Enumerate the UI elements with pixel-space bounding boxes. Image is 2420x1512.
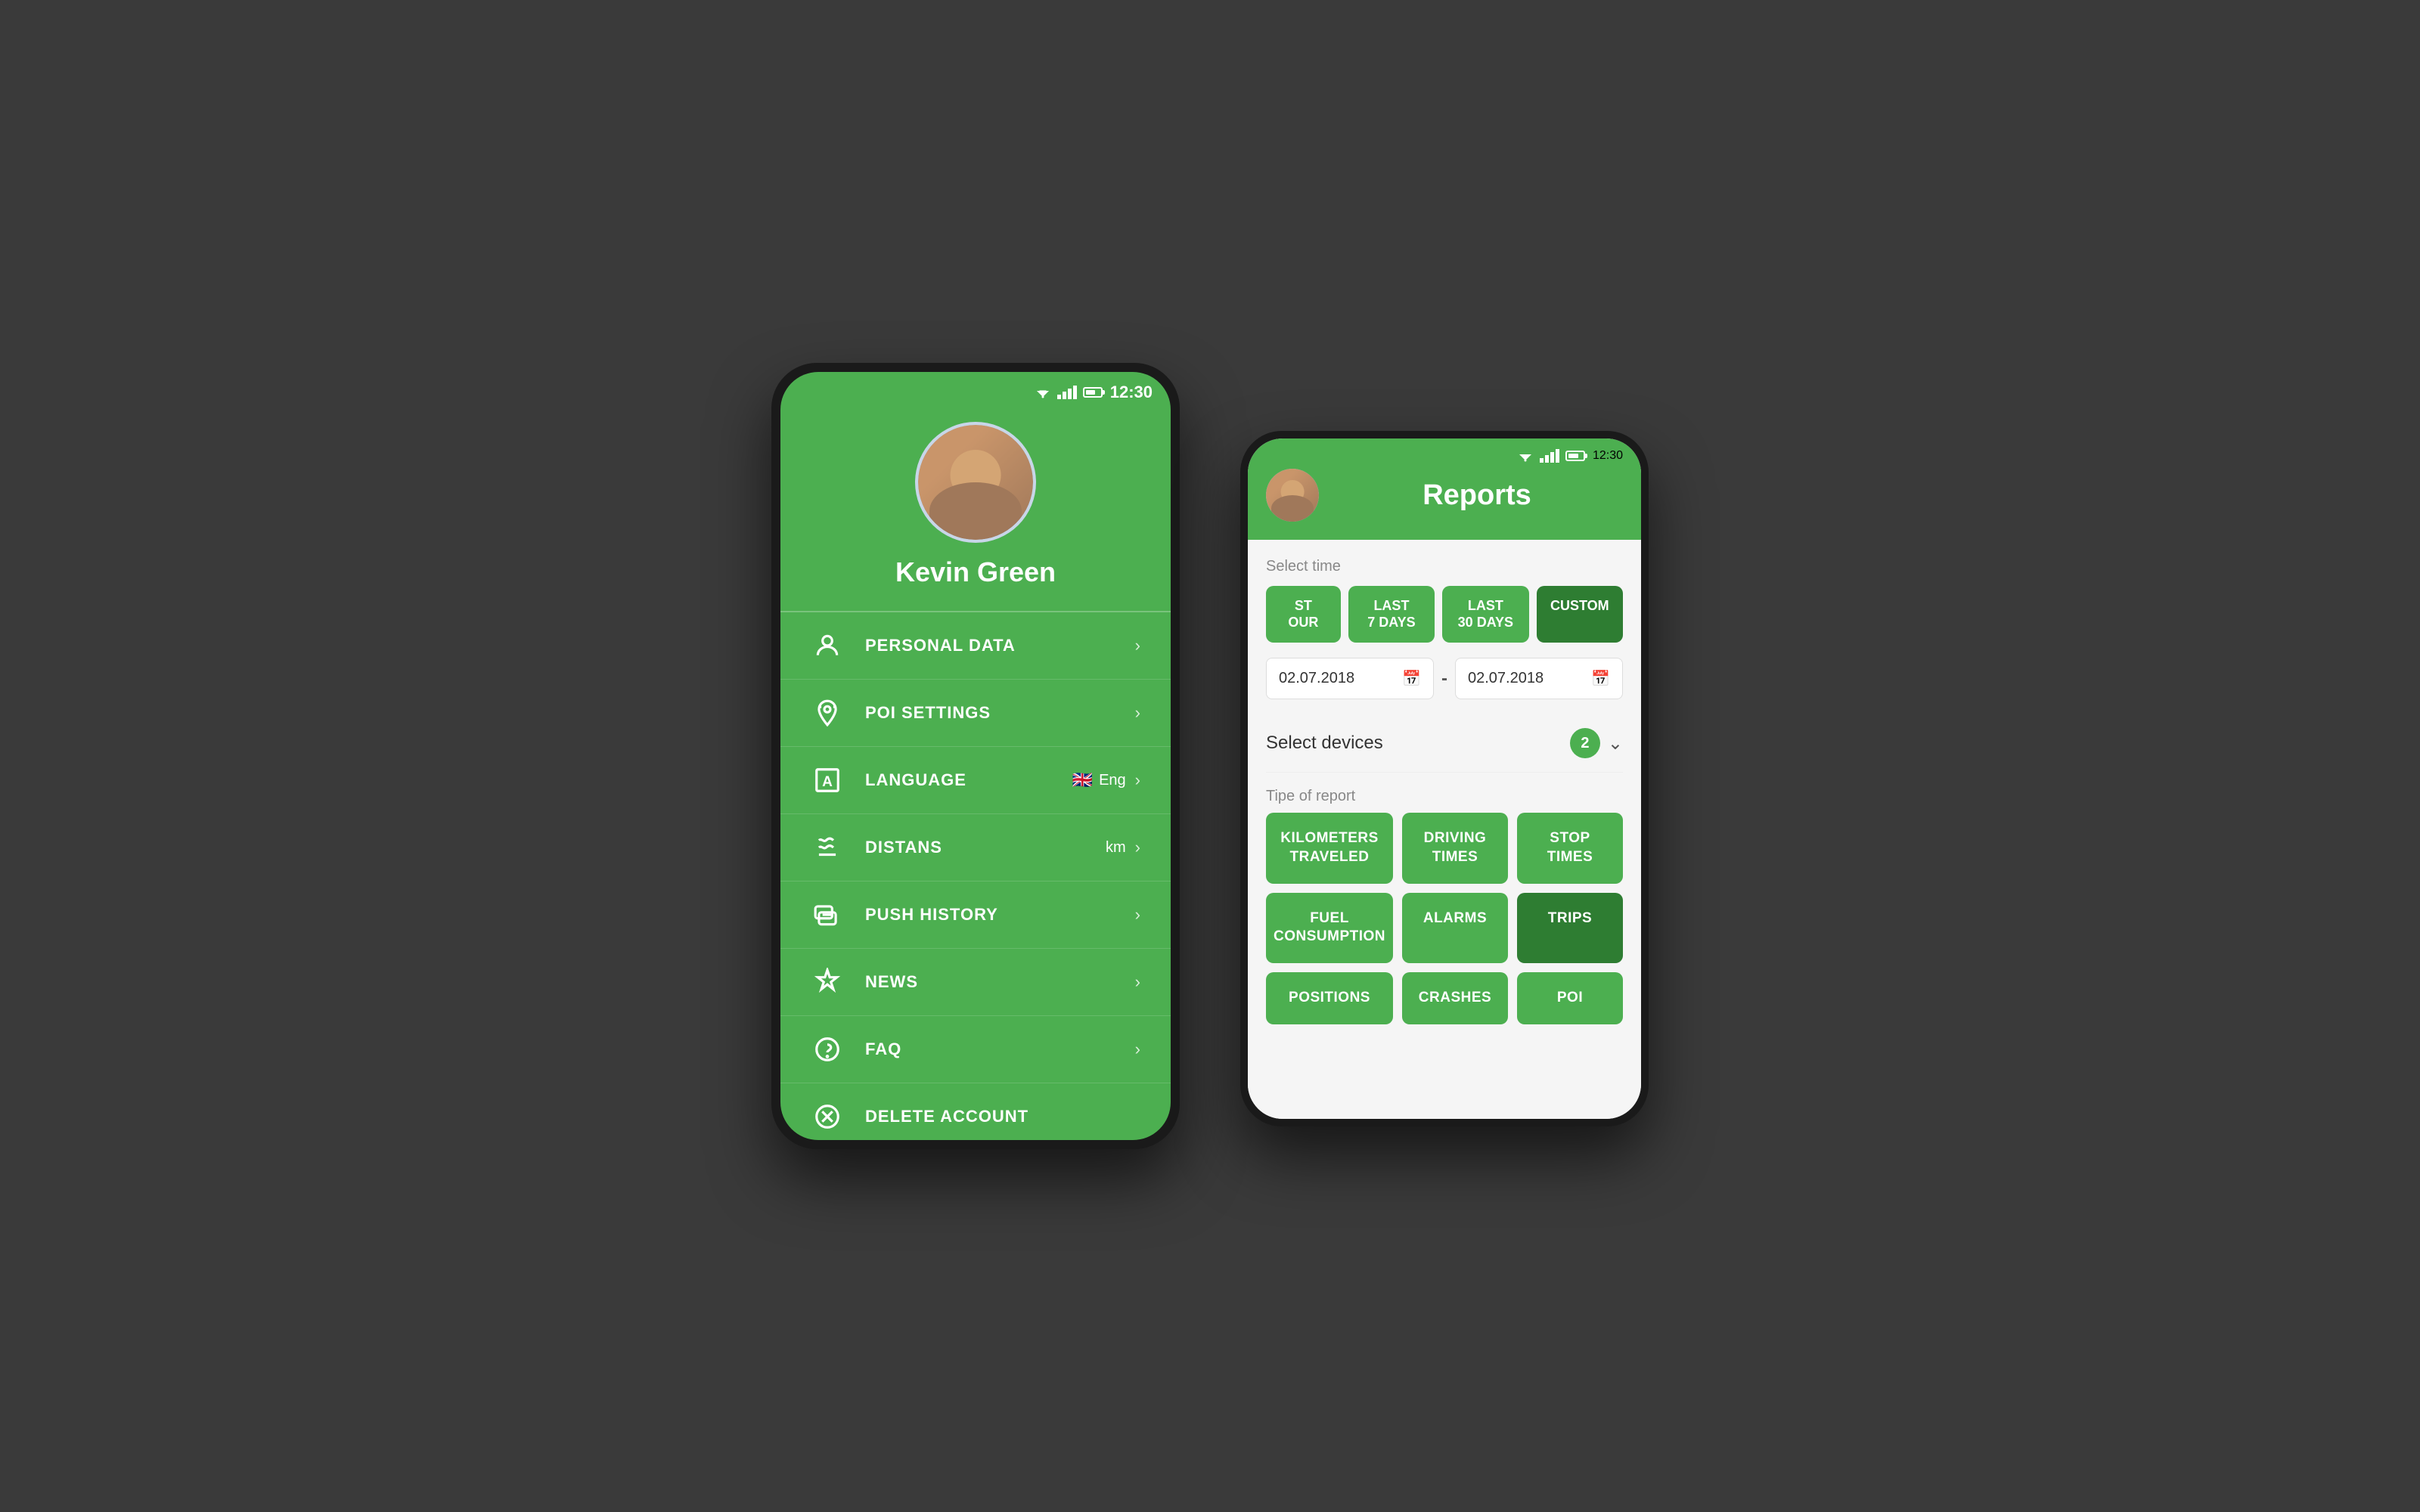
time-buttons: STOUR LAST7 DAYS LAST30 DAYS CUSTOM: [1266, 586, 1623, 643]
phone-left: 12:30 Kevin Green PERSONAL DATA ›: [771, 363, 1180, 1149]
date-to-value: 02.07.2018: [1468, 670, 1544, 687]
push-history-label: PUSH HISTORY: [865, 905, 1135, 925]
language-label: LANGUAGE: [865, 770, 1072, 790]
menu-item-distans[interactable]: DISTANS km ›: [780, 814, 1171, 881]
date-separator: -: [1441, 668, 1447, 689]
delete-icon: [811, 1100, 844, 1133]
phone-right-screen: 12:30 Reports Select time: [1248, 438, 1641, 1119]
date-range-row: 02.07.2018 📅 - 02.07.2018 📅: [1266, 658, 1623, 699]
distans-value: km: [1106, 839, 1126, 857]
crashes-btn[interactable]: CRASHES: [1402, 972, 1508, 1024]
chevron-icon-6: ›: [1135, 1040, 1140, 1059]
poi-settings-label: POI SETTINGS: [865, 703, 1135, 723]
report-type-grid: KILOMETERSTRAVELED DRIVINGTIMES STOPTIME…: [1266, 813, 1623, 1024]
status-time-left: 12:30: [1110, 383, 1153, 402]
faq-icon: [811, 1033, 844, 1066]
menu-item-language[interactable]: A LANGUAGE 🇬🇧 Eng ›: [780, 747, 1171, 814]
select-time-section: Select time STOUR LAST7 DAYS LAST30 DAYS…: [1266, 558, 1623, 643]
battery-icon-right: [1565, 451, 1585, 461]
menu-item-personal-data[interactable]: PERSONAL DATA ›: [780, 612, 1171, 680]
report-type-section: Tipe of report KILOMETERSTRAVELED DRIVIN…: [1266, 788, 1623, 1024]
svg-text:A: A: [822, 774, 833, 790]
status-time-right: 12:30: [1593, 449, 1623, 463]
last-7-days-btn[interactable]: LAST7 DAYS: [1348, 586, 1435, 643]
menu-item-poi-settings[interactable]: POI SETTINGS ›: [780, 680, 1171, 747]
devices-count-badge: 2: [1570, 728, 1600, 758]
push-icon: [811, 898, 844, 931]
alarms-btn[interactable]: ALARMS: [1402, 893, 1508, 963]
signal-icon-right: [1540, 449, 1559, 463]
delete-account-label: DELETE ACCOUNT: [865, 1107, 1140, 1126]
menu-item-news[interactable]: NEWS ›: [780, 949, 1171, 1016]
phone-right-wrapper: 12:30 Reports Select time: [1240, 431, 1649, 1126]
poi-btn[interactable]: POI: [1517, 972, 1623, 1024]
calendar-icon-from: 📅: [1402, 669, 1421, 688]
personal-data-label: PERSONAL DATA: [865, 636, 1135, 655]
menu-item-push-history[interactable]: PUSH HISTORY ›: [780, 881, 1171, 949]
select-devices-label: Select devices: [1266, 733, 1570, 754]
chevron-icon-0: ›: [1135, 636, 1140, 655]
last-hour-btn[interactable]: STOUR: [1266, 586, 1341, 643]
phone-left-screen: 12:30 Kevin Green PERSONAL DATA ›: [780, 372, 1171, 1140]
reports-title: Reports: [1331, 479, 1623, 512]
reports-body: Select time STOUR LAST7 DAYS LAST30 DAYS…: [1248, 540, 1641, 1119]
date-to-input[interactable]: 02.07.2018 📅: [1455, 658, 1623, 699]
poi-icon: [811, 696, 844, 730]
chevron-icon-2: ›: [1135, 770, 1140, 790]
chevron-icon-5: ›: [1135, 972, 1140, 992]
reports-title-row: Reports: [1266, 469, 1623, 522]
phone-right: 12:30 Reports Select time: [1240, 431, 1649, 1126]
battery-icon: [1083, 387, 1103, 398]
km-traveled-btn[interactable]: KILOMETERSTRAVELED: [1266, 813, 1393, 883]
avatar-left: [915, 422, 1036, 543]
language-icon: A: [811, 764, 844, 797]
chevron-icon-3: ›: [1135, 838, 1140, 857]
news-icon: [811, 965, 844, 999]
custom-btn[interactable]: CUSTOM: [1537, 586, 1623, 643]
status-bar-left: 12:30: [780, 372, 1171, 407]
stop-times-btn[interactable]: STOPTIMES: [1517, 813, 1623, 883]
menu-item-delete-account[interactable]: DELETE ACCOUNT: [780, 1083, 1171, 1140]
driving-times-btn[interactable]: DRIVINGTIMES: [1402, 813, 1508, 883]
trips-btn[interactable]: TRIPS: [1517, 893, 1623, 963]
distans-label: DISTANS: [865, 838, 1106, 857]
last-30-days-btn[interactable]: LAST30 DAYS: [1442, 586, 1528, 643]
wifi-icon-right: [1517, 450, 1534, 462]
language-value: 🇬🇧 Eng: [1072, 770, 1126, 790]
status-icons-right: [1517, 449, 1585, 463]
select-devices-row[interactable]: Select devices 2 ⌄: [1266, 714, 1623, 773]
signal-icon: [1057, 386, 1077, 399]
date-from-input[interactable]: 02.07.2018 📅: [1266, 658, 1434, 699]
profile-section: Kevin Green: [780, 407, 1171, 611]
chevron-icon-1: ›: [1135, 703, 1140, 723]
date-from-value: 02.07.2018: [1279, 670, 1354, 687]
report-type-label: Tipe of report: [1266, 788, 1623, 805]
news-label: NEWS: [865, 972, 1135, 992]
select-time-label: Select time: [1266, 558, 1623, 575]
chevron-icon-4: ›: [1135, 905, 1140, 925]
wifi-icon: [1035, 386, 1051, 398]
flag-icon: 🇬🇧: [1072, 770, 1093, 790]
positions-btn[interactable]: POSITIONS: [1266, 972, 1393, 1024]
calendar-icon-to: 📅: [1591, 669, 1610, 688]
status-bar-right: 12:30: [1266, 438, 1623, 469]
menu-item-faq[interactable]: FAQ ›: [780, 1016, 1171, 1083]
scene: 12:30 Kevin Green PERSONAL DATA ›: [771, 363, 1649, 1149]
reports-header: 12:30 Reports: [1248, 438, 1641, 540]
faq-label: FAQ: [865, 1040, 1135, 1059]
person-icon: [811, 629, 844, 662]
status-icons-left: [1035, 386, 1103, 399]
devices-chevron-icon: ⌄: [1608, 733, 1623, 754]
route-icon: [811, 831, 844, 864]
menu-list: PERSONAL DATA › POI SETTINGS › A LANGUAG…: [780, 612, 1171, 1140]
avatar-right: [1266, 469, 1319, 522]
fuel-consumption-btn[interactable]: FUELCONSUMPTION: [1266, 893, 1393, 963]
user-name: Kevin Green: [895, 556, 1056, 588]
